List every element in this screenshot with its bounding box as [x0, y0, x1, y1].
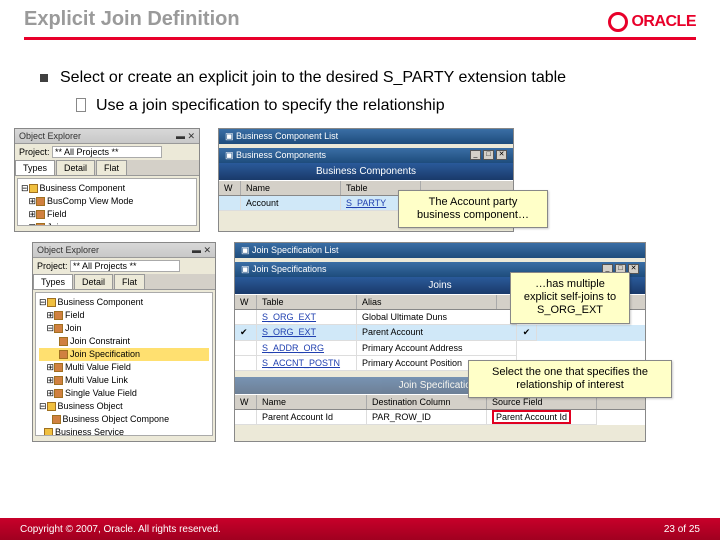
highlighted-source: Parent Account Id [492, 410, 571, 424]
tab-detail[interactable]: Detail [56, 160, 95, 175]
bullet-content: Select or create an explicit join to the… [0, 58, 720, 118]
square-bullet-icon [40, 74, 48, 82]
bullet-sub: Use a join specification to specify the … [76, 94, 680, 118]
cube-icon: ▣ Business Component List [225, 131, 338, 142]
tree-item: ⊞ Join [21, 221, 193, 226]
explorer-tabs: Types Detail Flat [33, 274, 215, 290]
slide-header: Explicit Join Definition ORACLE [0, 0, 720, 58]
screenshots-area: Object Explorer▬ ✕ Project: Types Detail… [0, 124, 720, 464]
window-titlebar: ▣ Join Specification List [235, 243, 645, 258]
window-titlebar: ▣ Business Component List [219, 129, 513, 144]
pane-title: Object Explorer▬ ✕ [15, 129, 199, 144]
tab-flat[interactable]: Flat [96, 160, 127, 175]
callout-2: …has multiple explicit self-joins to S_O… [510, 272, 630, 324]
cube-icon: ▣ Business Components [225, 150, 326, 161]
project-row: Project: [33, 258, 215, 274]
oracle-logo: ORACLE [608, 12, 696, 32]
callout-3: Select the one that specifies the relati… [468, 360, 672, 398]
tree-view[interactable]: ⊟ Business Component ⊞ Field ⊟ Join Join… [35, 292, 213, 436]
project-row: Project: [15, 144, 199, 160]
close-icon[interactable]: ✕ [496, 150, 507, 160]
tab-types[interactable]: Types [15, 160, 55, 175]
tree-item: ⊞ BusComp View Mode [21, 195, 193, 208]
max-icon[interactable]: □ [483, 150, 494, 160]
project-select[interactable] [70, 260, 180, 272]
project-select[interactable] [52, 146, 162, 158]
tab-types[interactable]: Types [33, 274, 73, 289]
object-explorer-1: Object Explorer▬ ✕ Project: Types Detail… [14, 128, 200, 232]
callout-1: The Account party business component… [398, 190, 548, 228]
tree-view[interactable]: ⊟ Business Component ⊞ BusComp View Mode… [17, 178, 197, 226]
sub-bullet-icon [76, 98, 86, 112]
tree-item: ⊞ Field [21, 208, 193, 221]
grid-row[interactable]: ✔S_ORG_EXTParent Account✔ [235, 325, 645, 341]
bullet-main: Select or create an explicit join to the… [40, 66, 680, 90]
slide-footer: Copyright © 2007, Oracle. All rights res… [0, 518, 720, 540]
tree-item: ⊟ Business Component [21, 182, 193, 195]
inner-titlebar: ▣ Business Components _□✕ [219, 148, 513, 163]
tab-flat[interactable]: Flat [114, 274, 145, 289]
header-rule [24, 37, 696, 40]
slide-title: Explicit Join Definition [24, 8, 696, 31]
grid-title: Business Components [219, 163, 513, 180]
copyright-text: Copyright © 2007, Oracle. All rights res… [20, 524, 221, 535]
object-explorer-2: Object Explorer▬ ✕ Project: Types Detail… [32, 242, 216, 442]
min-icon[interactable]: _ [470, 150, 481, 160]
grid-row[interactable]: S_ADDR_ORGPrimary Account Address [235, 341, 645, 356]
grid-row[interactable]: Parent Account Id PAR_ROW_ID Parent Acco… [235, 410, 645, 425]
page-number: 23 of 25 [664, 524, 700, 535]
tab-detail[interactable]: Detail [74, 274, 113, 289]
pane-title: Object Explorer▬ ✕ [33, 243, 215, 258]
explorer-tabs: Types Detail Flat [15, 160, 199, 176]
